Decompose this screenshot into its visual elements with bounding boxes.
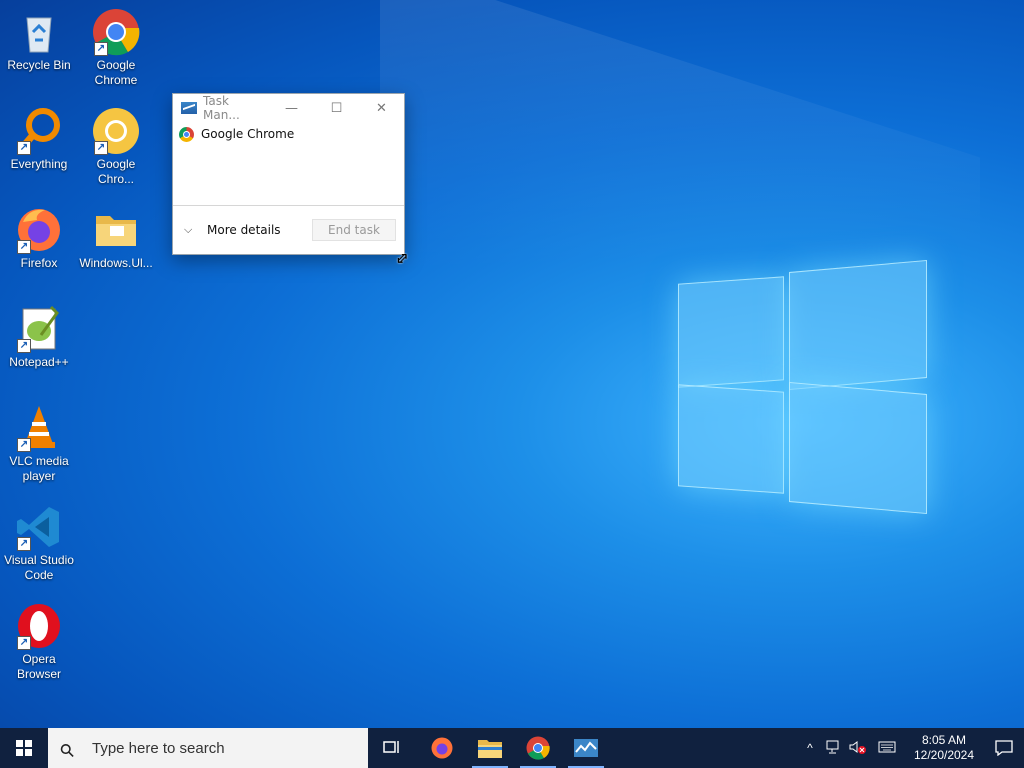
desktop-icon-label: Windows.Ul... [79,256,153,270]
system-tray: ^ 8:05 AM 12/20/2024 [798,728,1024,768]
notification-icon [995,740,1013,756]
desktop-icon-everything[interactable]: ↗ Everything [1,107,77,172]
chrome-icon [179,126,194,142]
desktop-icon-vlc[interactable]: ↗ VLC media player [1,404,77,484]
desktop-icon-windows-folder[interactable]: Windows.Ul... [78,206,154,271]
chrome-canary-icon: ↗ [92,107,140,155]
taskbar: ⚲ Type here to search ^ 8:05 AM 12/20/20… [0,728,1024,768]
close-button[interactable]: ✕ [359,94,404,122]
taskbar-task-manager[interactable] [562,728,610,768]
clock-date: 12/20/2024 [913,748,975,762]
notepadpp-icon: ↗ [15,305,63,353]
desktop-icon-label: Google Chro... [96,157,136,186]
network-icon[interactable] [822,740,846,757]
desktop-icon-opera[interactable]: ↗ Opera Browser [1,602,77,682]
shortcut-arrow-icon: ↗ [94,42,108,56]
chevron-down-icon[interactable]: ⌵ [184,223,198,237]
search-box[interactable]: ⚲ Type here to search [48,728,368,768]
search-placeholder: Type here to search [92,739,225,757]
recycle-bin-icon [15,8,63,56]
action-center-button[interactable] [984,728,1024,768]
desktop-icon-label: Google Chrome [94,58,138,87]
vscode-icon: ↗ [15,503,63,551]
search-icon: ⚲ [55,738,79,762]
desktop-icon-label: Visual Studio Code [4,553,74,582]
taskbar-chrome[interactable] [514,728,562,768]
task-manager-footer: ⌵ More details End task [173,206,404,253]
shortcut-arrow-icon: ↗ [17,636,31,650]
task-manager-window[interactable]: Task Man... — ☐ ✕ Google Chrome ⌵ More d… [172,93,405,255]
task-manager-titlebar[interactable]: Task Man... — ☐ ✕ [173,94,404,122]
desktop-icon-vscode[interactable]: ↗ Visual Studio Code [1,503,77,583]
keyboard-icon[interactable] [870,741,904,756]
window-title: Task Man... [203,94,240,122]
minimize-button[interactable]: — [269,94,314,122]
task-view-icon [383,741,399,753]
vlc-icon: ↗ [15,404,63,452]
shortcut-arrow-icon: ↗ [17,339,31,353]
windows-logo-icon [16,740,32,756]
shortcut-arrow-icon: ↗ [94,141,108,155]
folder-icon [92,206,140,254]
app-row-google-chrome[interactable]: Google Chrome [173,122,404,146]
shortcut-arrow-icon: ↗ [17,240,31,254]
shortcut-arrow-icon: ↗ [17,141,31,155]
volume-muted-icon[interactable] [846,740,870,757]
shortcut-arrow-icon: ↗ [17,438,31,452]
desktop-icon-label: Recycle Bin [7,58,71,72]
more-details-link[interactable]: More details [207,223,312,237]
desktop-icon-firefox[interactable]: ↗ Firefox [1,206,77,271]
clock[interactable]: 8:05 AM 12/20/2024 [908,733,980,763]
file-explorer-icon [478,740,502,758]
maximize-button[interactable]: ☐ [314,94,359,122]
opera-icon: ↗ [15,602,63,650]
shortcut-arrow-icon: ↗ [17,537,31,551]
desktop-icon-label: Opera Browser [16,652,61,681]
chevron-up-icon[interactable]: ^ [798,741,822,755]
desktop-icon-label: VLC media player [9,454,69,483]
windows-wallpaper-logo [678,258,927,515]
everything-search-icon: ↗ [15,107,63,155]
app-name: Google Chrome [201,127,295,141]
task-manager-icon [181,102,197,114]
task-view-button[interactable] [368,728,416,768]
firefox-icon: ↗ [15,206,63,254]
taskbar-file-explorer[interactable] [466,728,514,768]
desktop-icon-recycle-bin[interactable]: Recycle Bin [1,8,77,73]
chrome-icon: ↗ [92,8,140,56]
clock-time: 8:05 AM [921,733,967,747]
end-task-button[interactable]: End task [312,218,396,241]
firefox-icon [431,737,453,759]
task-manager-icon [574,739,598,757]
desktop-icon-label: Everything [10,157,68,171]
desktop-icon-label: Notepad++ [9,355,69,369]
start-button[interactable] [0,728,48,768]
desktop-icon-google-chrome-canary[interactable]: ↗ Google Chro... [78,107,154,187]
desktop-icon-label: Firefox [20,256,58,270]
desktop-icon-google-chrome[interactable]: ↗ Google Chrome [78,8,154,88]
chrome-icon [526,736,550,760]
taskbar-firefox[interactable] [418,728,466,768]
desktop-icon-notepadpp[interactable]: ↗ Notepad++ [1,305,77,370]
